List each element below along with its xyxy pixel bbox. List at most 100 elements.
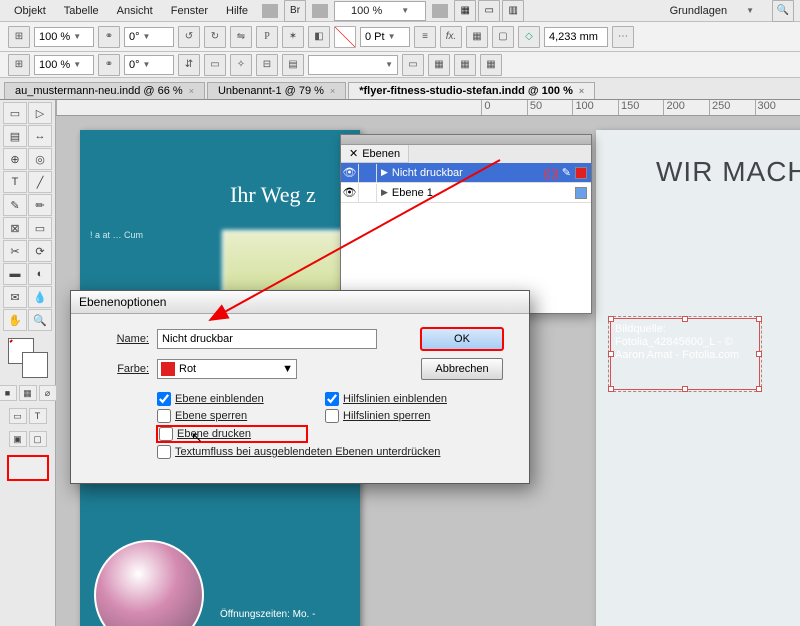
stroke-none-icon[interactable]	[334, 26, 356, 48]
eyedropper-tool[interactable]: 💧	[28, 286, 52, 308]
wrap-4-icon[interactable]: ▦	[480, 54, 502, 76]
chk-suppress-wrap[interactable]: Textumfluss bei ausgeblendeten Ebenen un…	[157, 445, 505, 459]
wrap-icon[interactable]: ▦	[466, 26, 488, 48]
direct-select-tool[interactable]: ▷	[28, 102, 52, 124]
selection-tool[interactable]: ▭	[3, 102, 27, 124]
doc-tab-2[interactable]: Unbenannt-1 @ 79 %×	[207, 82, 346, 99]
scale-y-field[interactable]: 100 %▼	[34, 55, 94, 75]
layer-color-swatch	[575, 167, 587, 179]
name-label: Name:	[89, 333, 149, 345]
bridge-icon[interactable]: Br	[284, 0, 306, 22]
menu-ansicht[interactable]: Ansicht	[109, 3, 161, 19]
zoom-tool[interactable]: 🔍	[28, 309, 52, 331]
skew-field[interactable]: 0°▼	[124, 55, 174, 75]
opacity-icon[interactable]: ▭	[402, 54, 424, 76]
sample-tool[interactable]: ◎	[28, 148, 52, 170]
menu-tabelle[interactable]: Tabelle	[56, 3, 107, 19]
type-tool[interactable]: T	[3, 171, 27, 193]
apply-none-icon[interactable]: ⌀	[39, 385, 57, 401]
doc-tab-1[interactable]: au_mustermann-neu.indd @ 66 %×	[4, 82, 205, 99]
rect-tool[interactable]: ▭	[28, 217, 52, 239]
chk-lock-guides[interactable]: Hilfslinien sperren	[325, 409, 505, 423]
more-icon[interactable]: ⋯	[612, 26, 634, 48]
menubar: Objekt Tabelle Ansicht Fenster Hilfe Br …	[0, 0, 800, 22]
misc-c-icon[interactable]: ⊟	[256, 54, 278, 76]
screen-mode-icon[interactable]: ▭	[478, 0, 500, 22]
credit-text-frame[interactable]: Bildquelle: Fotolia_42845600_L - © Aaron…	[610, 318, 760, 390]
numeric-field[interactable]: 4,233 mm	[544, 27, 608, 47]
misc-b-icon[interactable]: ✧	[230, 54, 252, 76]
circle-photo[interactable]	[94, 540, 204, 626]
doc-tab-3[interactable]: *flyer-fitness-studio-stefan.indd @ 100 …	[348, 82, 595, 99]
scissors-tool[interactable]: ✂	[3, 240, 27, 262]
gradient-feather-tool[interactable]: ◐	[28, 263, 52, 285]
workspace: ▭▷ ▤↔ ⊕◎ T╱ ✎✏ ⊠▭ ✂⟳ ▬◐ ✉💧 ✋🔍 ■ ▦ ⌀ ▭ T …	[0, 100, 800, 626]
annotation-arrow	[200, 150, 560, 370]
fill-stroke-swatch[interactable]	[8, 338, 48, 378]
menu-hilfe[interactable]: Hilfe	[218, 3, 256, 19]
rotate-field[interactable]: 0°▼	[124, 27, 174, 47]
transform-tool[interactable]: ⟳	[28, 240, 52, 262]
horizontal-ruler: 050100150200250300	[56, 100, 800, 116]
screen-mode-button[interactable]	[8, 456, 48, 480]
view-options-icon[interactable]: ▦	[454, 0, 476, 22]
scale-x-field[interactable]: 100 %▼	[34, 27, 94, 47]
workspace-switcher[interactable]: Grundlagen▼	[654, 1, 770, 21]
zoom-field[interactable]: 100 %▼	[334, 1, 426, 21]
stroke-style-icon[interactable]: ≡	[414, 26, 436, 48]
wrap-2-icon[interactable]: ▦	[428, 54, 450, 76]
misc-d-icon[interactable]: ▤	[282, 54, 304, 76]
panel-drag-handle[interactable]	[341, 135, 591, 145]
fill-icon[interactable]: ◧	[308, 26, 330, 48]
rect-frame-tool[interactable]: ⊠	[3, 217, 27, 239]
cursor-icon: ↖	[191, 429, 203, 446]
page-tool[interactable]: ▤	[3, 125, 27, 147]
gradient-tool[interactable]: ▬	[3, 263, 27, 285]
search-icon[interactable]: 🔍	[772, 0, 794, 22]
corners-icon[interactable]: ▢	[492, 26, 514, 48]
char-icon[interactable]: ✶	[282, 26, 304, 48]
close-icon[interactable]: ×	[330, 86, 335, 96]
format-text-icon[interactable]: T	[29, 408, 47, 424]
flip-v-icon[interactable]: ⇵	[178, 54, 200, 76]
color-label: Farbe:	[89, 363, 149, 375]
menu-fenster[interactable]: Fenster	[163, 3, 216, 19]
preview-view-icon[interactable]: ▢	[29, 431, 47, 447]
chk-show-layer[interactable]: Ebene einblenden	[157, 392, 307, 406]
format-container-icon[interactable]: ▭	[9, 408, 27, 424]
pen-tool[interactable]: ✎	[3, 194, 27, 216]
arrange-icon[interactable]: ▥	[502, 0, 524, 22]
layer-color-swatch	[575, 187, 587, 199]
apply-color-icon[interactable]: ■	[0, 385, 17, 401]
frame-icon[interactable]: ◇	[518, 26, 540, 48]
flip-h-icon[interactable]: ⇋	[230, 26, 252, 48]
menu-objekt[interactable]: Objekt	[6, 3, 54, 19]
rotate-ccw-icon[interactable]: ↺	[178, 26, 200, 48]
refpoint-icon[interactable]: ⊞	[8, 26, 30, 48]
apply-gradient-icon[interactable]: ▦	[19, 385, 37, 401]
pencil-tool[interactable]: ✏	[28, 194, 52, 216]
chk-print-layer[interactable]: Ebene drucken	[157, 426, 307, 442]
chk-show-guides[interactable]: Hilfslinien einblenden	[325, 392, 505, 406]
refpoint-2-icon[interactable]: ⊞	[8, 54, 30, 76]
close-icon[interactable]: ×	[189, 86, 194, 96]
note-tool[interactable]: ✉	[3, 286, 27, 308]
effects-icon[interactable]: fx.	[440, 26, 462, 48]
misc-a-icon[interactable]: ▭	[204, 54, 226, 76]
rotate-cw-icon[interactable]: ↻	[204, 26, 226, 48]
preview-row: ▣ ▢	[9, 431, 47, 447]
line-tool[interactable]: ╱	[28, 171, 52, 193]
close-icon[interactable]: ×	[579, 86, 584, 96]
wrap-3-icon[interactable]: ▦	[454, 54, 476, 76]
content-tool[interactable]: ⊕	[3, 148, 27, 170]
link-icon[interactable]: ⚭	[98, 26, 120, 48]
paragraph-icon[interactable]: P	[256, 26, 278, 48]
chk-lock-layer[interactable]: Ebene sperren	[157, 409, 307, 423]
stroke-weight-field[interactable]: 0 Pt▼	[360, 27, 410, 47]
stroke-style-2-field[interactable]: ▼	[308, 55, 398, 75]
hand-tool[interactable]: ✋	[3, 309, 27, 331]
link-2-icon[interactable]: ⚭	[98, 54, 120, 76]
gap-tool[interactable]: ↔	[28, 125, 52, 147]
normal-view-icon[interactable]: ▣	[9, 431, 27, 447]
footer-text: Öffnungszeiten: Mo. -	[220, 609, 315, 620]
